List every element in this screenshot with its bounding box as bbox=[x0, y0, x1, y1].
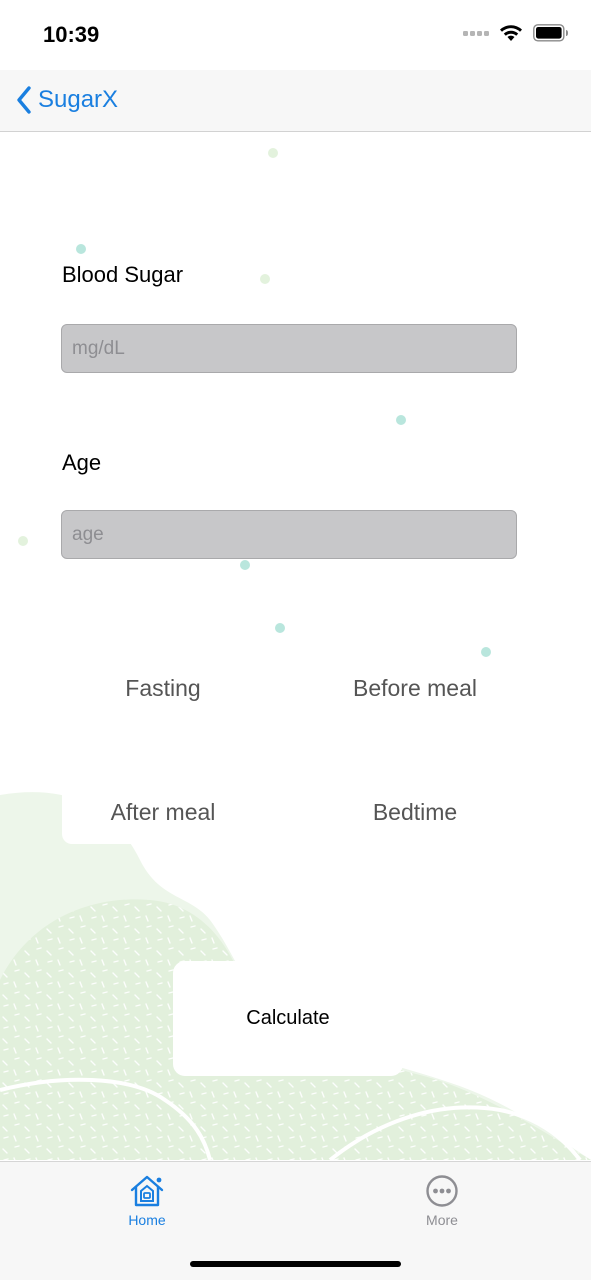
status-bar: 10:39 bbox=[0, 0, 591, 70]
main-content: Blood Sugar Age Fasting Before meal Afte… bbox=[0, 132, 591, 1161]
blood-sugar-input[interactable] bbox=[61, 324, 517, 373]
before-meal-option-button[interactable]: Before meal bbox=[314, 656, 516, 720]
age-input[interactable] bbox=[61, 510, 517, 559]
battery-icon bbox=[533, 24, 568, 42]
back-button[interactable]: SugarX bbox=[16, 84, 118, 116]
after-meal-option-button[interactable]: After meal bbox=[62, 780, 264, 844]
blood-sugar-label: Blood Sugar bbox=[62, 262, 184, 287]
tab-home[interactable]: Home bbox=[87, 1174, 207, 1228]
cellular-signal-icon bbox=[463, 31, 489, 36]
status-icons bbox=[463, 24, 569, 42]
tab-home-label: Home bbox=[128, 1212, 166, 1228]
bedtime-option-button[interactable]: Bedtime bbox=[314, 780, 516, 844]
status-time: 10:39 bbox=[43, 22, 100, 47]
age-label: Age bbox=[62, 450, 102, 475]
home-indicator bbox=[190, 1261, 401, 1267]
more-icon bbox=[426, 1175, 458, 1207]
chevron-left-icon bbox=[17, 86, 31, 114]
home-icon bbox=[130, 1175, 164, 1207]
back-label: SugarX bbox=[38, 86, 119, 113]
fasting-option-button[interactable]: Fasting bbox=[62, 656, 264, 720]
calculate-button[interactable]: Calculate bbox=[173, 961, 403, 1076]
tab-more-label: More bbox=[426, 1212, 458, 1228]
navigation-bar: SugarX bbox=[0, 70, 591, 132]
tab-more[interactable]: More bbox=[382, 1174, 502, 1228]
wifi-icon bbox=[500, 25, 522, 41]
